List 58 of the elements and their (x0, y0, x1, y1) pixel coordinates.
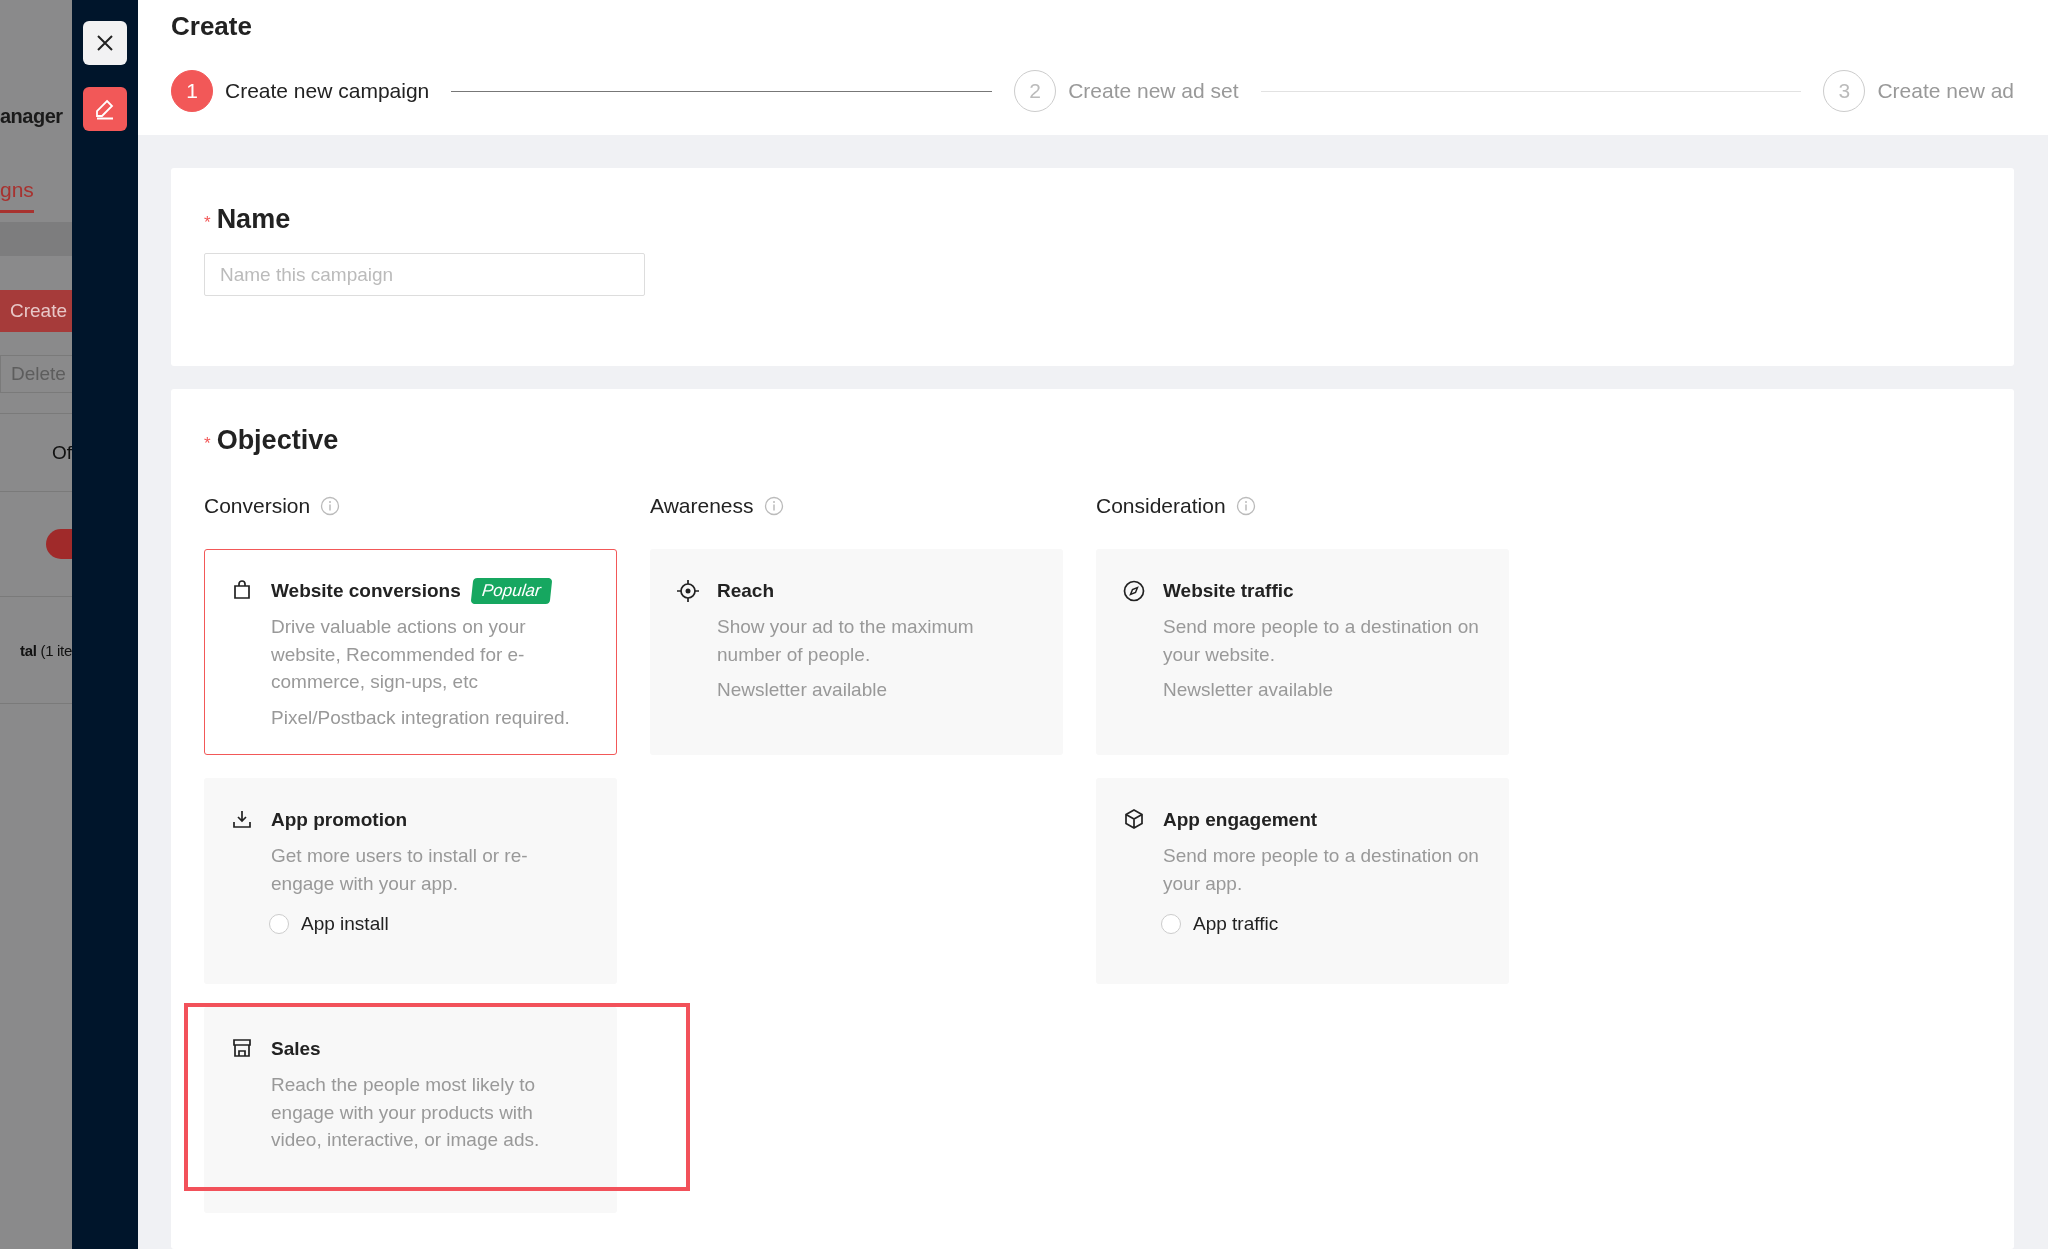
objective-card[interactable]: Website conversions Popular Drive valuable actions on your website, Recommended for e-commerce, sign-ups, etc Pixel/Postback integration required. (204, 549, 617, 755)
info-icon[interactable] (1235, 496, 1256, 516)
category-heading: Conversion (204, 494, 311, 518)
radio-button[interactable] (1161, 914, 1181, 934)
toggle-switch[interactable] (46, 529, 72, 559)
card-description: Send more people to a destination on your website. (1163, 615, 1480, 667)
storefront-icon (231, 1037, 253, 1059)
card-description: Send more people to a destination on your app. (1163, 844, 1480, 896)
download-icon (231, 808, 253, 830)
section-title: Name (216, 204, 291, 235)
step-label: Create new ad (1877, 79, 2014, 103)
close-button[interactable] (83, 21, 127, 65)
card-title: App promotion (271, 809, 408, 831)
toolbar-background (0, 222, 72, 256)
card-title: Website traffic (1163, 580, 1294, 602)
card-note: Pixel/Postback integration required. (271, 705, 571, 730)
shopping-bag-icon (231, 579, 253, 601)
step-label: Create new campaign (225, 79, 430, 103)
pencil-icon (94, 98, 116, 120)
edit-button[interactable] (83, 87, 127, 131)
option-label[interactable]: App traffic (1193, 913, 1279, 935)
required-mark: * (204, 434, 211, 454)
compass-icon (1122, 579, 1146, 603)
objective-card[interactable]: App promotion Get more users to install or re-engage with your app. App install (204, 778, 617, 984)
drawer-title: Create (171, 10, 253, 43)
objective-card[interactable]: App engagement Send more people to a destination on your app. App traffic (1096, 778, 1509, 984)
card-description: Get more users to install or re-engage with your app. (271, 844, 529, 896)
step-label: Create new ad set (1068, 79, 1239, 103)
name-input-field[interactable]: Name this campaign (204, 253, 645, 296)
cube-icon (1123, 808, 1145, 830)
card-description: Reach the people most likely to engage with your products with video, interactive, or image ads. (271, 1073, 541, 1152)
popular-badge: Popular (470, 578, 552, 604)
radio-button[interactable] (269, 914, 289, 934)
card-title: Website conversions (271, 580, 461, 602)
total-count: tal (1 ite (19, 641, 72, 659)
section-title: Objective (216, 425, 339, 456)
objective-card[interactable]: Reach Show your ad to the maximum number of people. Newsletter available (650, 549, 1063, 755)
objective-card[interactable]: Sales Reach the people most likely to engage with your products with video, interactive, or image ads. (204, 1007, 617, 1213)
page-title: anager (0, 104, 63, 129)
objective-card[interactable]: Website traffic Send more people to a destination on your website. Newsletter available (1096, 549, 1509, 755)
close-icon (95, 33, 115, 53)
category-heading: Consideration (1096, 494, 1226, 518)
card-description: Show your ad to the maximum number of people. (717, 615, 975, 667)
info-icon[interactable] (320, 496, 341, 516)
category-heading: Awareness (650, 494, 754, 518)
card-note: Newsletter available (717, 678, 889, 702)
required-mark: * (204, 213, 211, 233)
card-title: Sales (271, 1038, 321, 1060)
card-note: Newsletter available (1163, 678, 1335, 702)
card-description: Drive valuable actions on your website, Recommended for e-commerce, sign-ups, etc (271, 615, 527, 694)
card-title: App engagement (1163, 809, 1318, 831)
step-number: 1 (171, 70, 213, 112)
card-title: Reach (717, 580, 775, 602)
target-icon (676, 579, 700, 603)
info-icon[interactable] (763, 496, 784, 516)
create-button[interactable]: Create (0, 290, 72, 332)
option-label[interactable]: App install (301, 913, 389, 935)
status-text: Of (51, 441, 72, 464)
